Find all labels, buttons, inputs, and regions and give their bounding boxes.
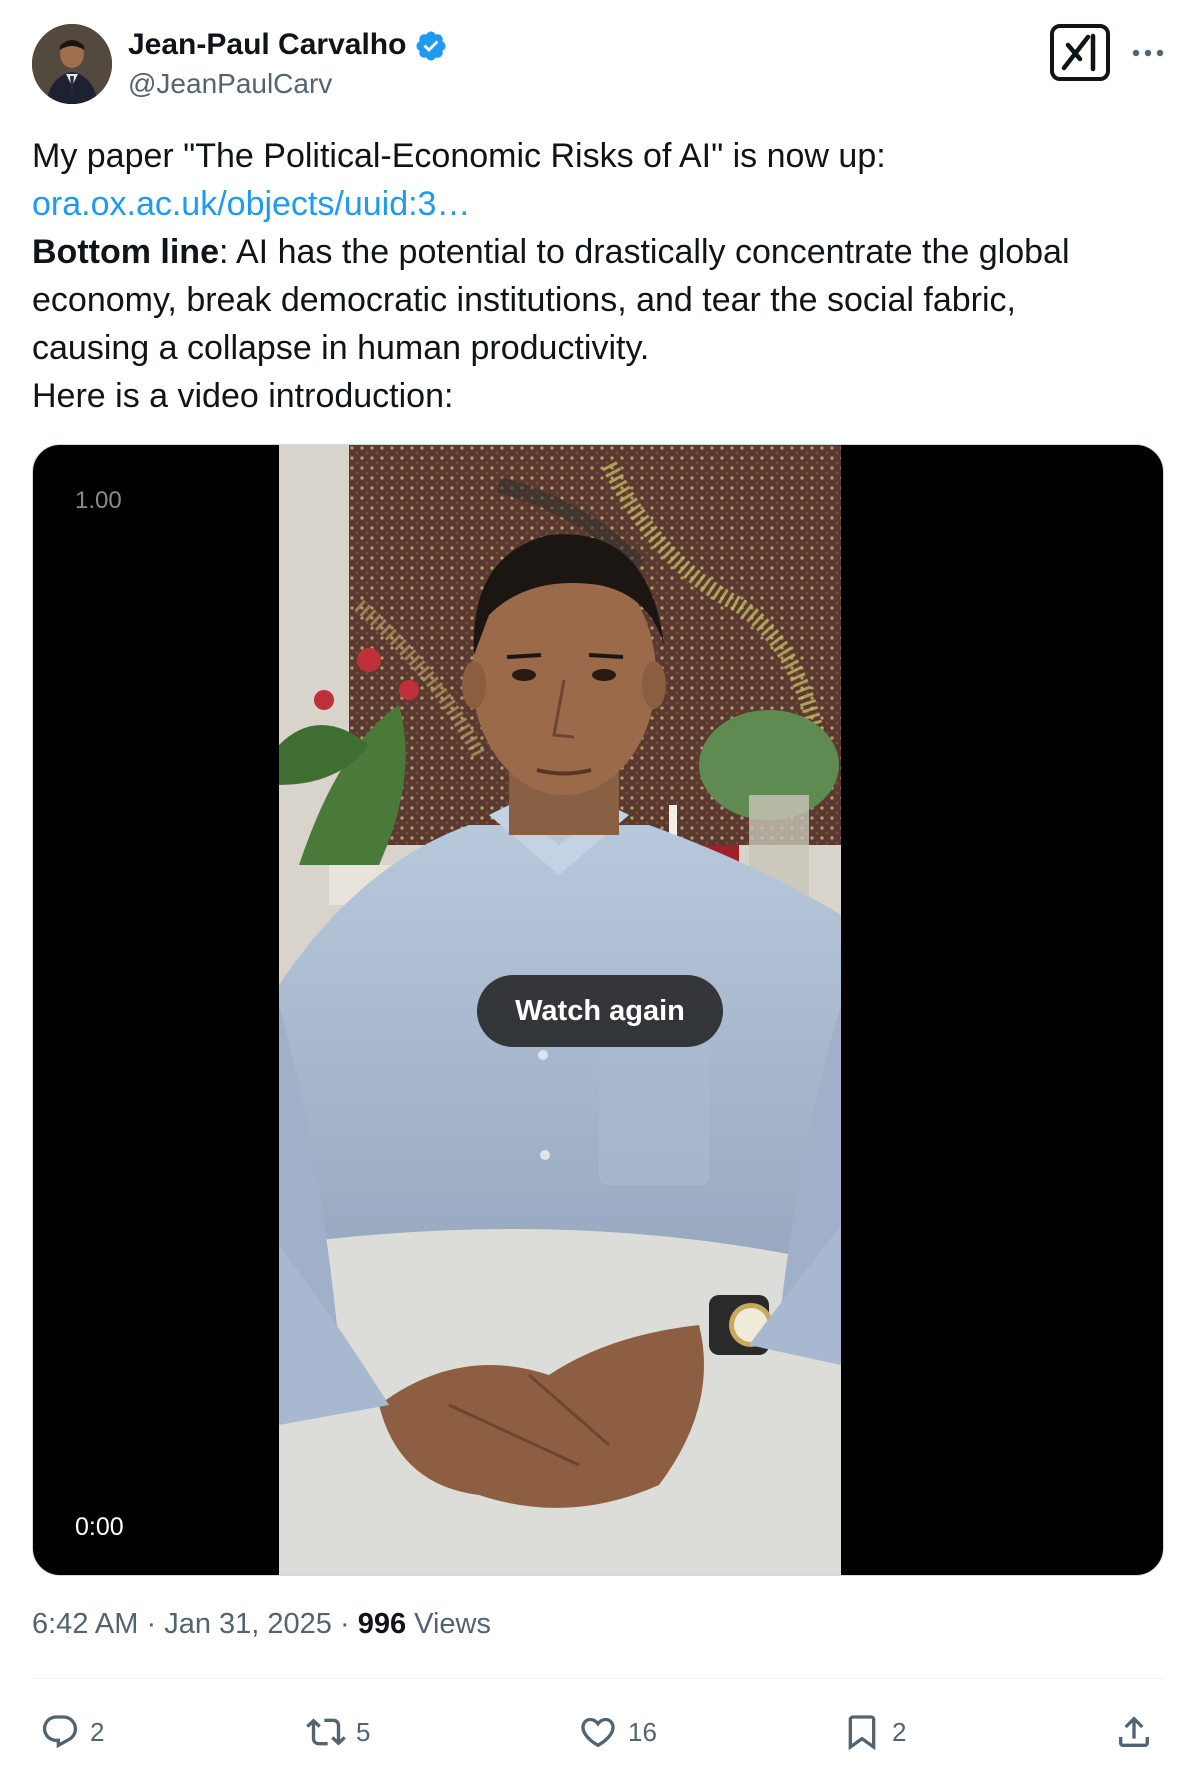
share-button[interactable] xyxy=(1114,1710,1154,1754)
more-options-button[interactable] xyxy=(1128,38,1168,68)
bottom-line-label: Bottom line xyxy=(32,233,219,271)
tweet-text-line: Here is a video introduction: xyxy=(32,377,454,415)
meta-separator: · xyxy=(339,1608,350,1640)
meta-separator: · xyxy=(146,1608,157,1640)
avatar[interactable] xyxy=(32,24,112,104)
bookmark-icon xyxy=(848,1715,876,1751)
tweet-text-line: : AI has the potential to drastically co… xyxy=(218,233,1070,271)
tweet-date[interactable]: Jan 31, 2025 xyxy=(164,1608,332,1640)
views-label: Views xyxy=(414,1608,491,1640)
tweet-time[interactable]: 6:42 AM xyxy=(32,1608,138,1640)
views-count: 996 xyxy=(357,1608,407,1640)
more-options-icon xyxy=(1132,49,1164,57)
author-handle[interactable]: @JeanPaulCarv xyxy=(128,68,332,100)
grok-icon xyxy=(1061,33,1096,72)
like-button[interactable]: 16 xyxy=(578,1710,657,1754)
video-time: 0:00 xyxy=(75,1513,124,1541)
paper-link[interactable]: ora.ox.ac.uk/objects/uuid:3… xyxy=(32,185,470,223)
tweet-text: My paper "The Political-Economic Risks o… xyxy=(32,132,1152,420)
bookmark-count: 2 xyxy=(892,1716,907,1747)
bookmark-button[interactable]: 2 xyxy=(842,1710,906,1754)
repost-button[interactable]: 5 xyxy=(306,1710,370,1754)
divider xyxy=(32,1678,1164,1679)
like-icon xyxy=(581,1717,615,1748)
grok-button[interactable] xyxy=(1050,24,1110,81)
reply-count: 2 xyxy=(90,1716,105,1747)
share-icon xyxy=(1119,1716,1149,1747)
watch-again-button[interactable]: Watch again xyxy=(477,975,723,1047)
author-name[interactable]: Jean-Paul Carvalho xyxy=(128,28,406,62)
like-count: 16 xyxy=(628,1716,657,1747)
reply-icon xyxy=(42,1715,78,1749)
repost-icon xyxy=(306,1718,346,1746)
playback-speed: 1.00 xyxy=(75,487,122,514)
video-player[interactable]: 1.00 0:00 Watch again xyxy=(32,444,1164,1576)
repost-count: 5 xyxy=(356,1716,371,1747)
reply-button[interactable]: 2 xyxy=(40,1710,104,1754)
tweet-meta: 6:42 AM · Jan 31, 2025 · 996 Views xyxy=(32,1608,491,1641)
tweet-text-line: My paper "The Political-Economic Risks o… xyxy=(32,137,886,175)
verified-badge-icon xyxy=(416,31,446,61)
tweet-text-line: causing a collapse in human productivity… xyxy=(32,329,650,367)
tweet-card: Jean-Paul Carvalho @JeanPaulCarv My pape… xyxy=(0,0,1196,1778)
tweet-text-line: economy, break democratic institutions, … xyxy=(32,281,1016,319)
